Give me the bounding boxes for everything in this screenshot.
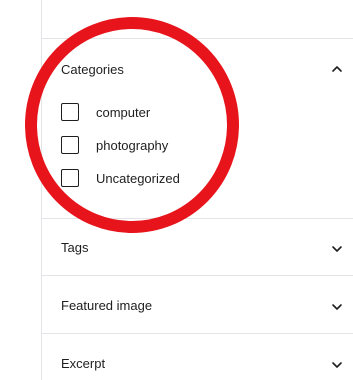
category-checkbox-photography[interactable]	[61, 136, 79, 154]
category-item-photography: photography	[61, 135, 180, 155]
featured-image-panel-title[interactable]: Featured image	[61, 298, 152, 313]
category-checkbox-uncategorized[interactable]	[61, 169, 79, 187]
excerpt-panel-title[interactable]: Excerpt	[61, 356, 105, 371]
category-label[interactable]: computer	[96, 105, 150, 120]
tags-panel-title[interactable]: Tags	[61, 240, 88, 255]
tags-panel[interactable]: Tags	[42, 218, 353, 275]
chevron-down-icon[interactable]	[329, 357, 345, 373]
featured-image-panel[interactable]: Featured image	[42, 275, 353, 333]
chevron-down-icon[interactable]	[329, 241, 345, 257]
category-label[interactable]: Uncategorized	[96, 171, 180, 186]
document-sidebar: Categories computer photography Uncatego…	[0, 0, 353, 380]
excerpt-panel[interactable]: Excerpt	[42, 333, 353, 380]
chevron-down-icon[interactable]	[329, 299, 345, 315]
categories-panel-title[interactable]: Categories	[61, 62, 124, 77]
categories-panel: Categories computer photography Uncatego…	[42, 38, 353, 218]
category-item-uncategorized: Uncategorized	[61, 168, 180, 188]
category-label[interactable]: photography	[96, 138, 168, 153]
chevron-up-icon[interactable]	[329, 61, 345, 77]
category-item-computer: computer	[61, 102, 180, 122]
category-checkbox-computer[interactable]	[61, 103, 79, 121]
category-list: computer photography Uncategorized	[61, 102, 180, 201]
